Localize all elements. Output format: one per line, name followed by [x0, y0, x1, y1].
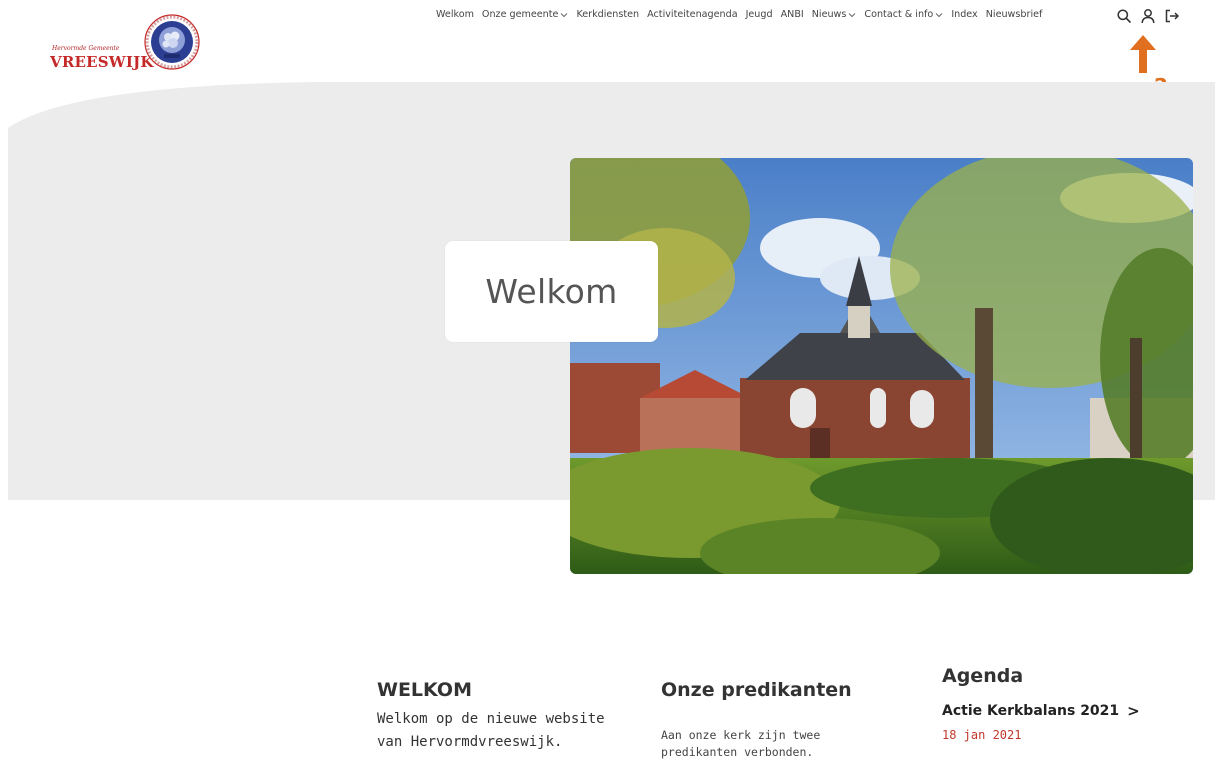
nav-item-onze-gemeente[interactable]: Onze gemeente — [482, 9, 569, 20]
agenda-item-title: Actie Kerkbalans 2021 — [942, 703, 1120, 719]
nav-item-label: Activiteitenagenda — [647, 9, 738, 20]
nav-item-label: Jeugd — [745, 9, 773, 20]
nav-item-contact-info[interactable]: Contact & info — [864, 9, 943, 20]
nav-item-label: Index — [951, 9, 978, 20]
nav-item-label: Welkom — [436, 9, 474, 20]
nav-item-nieuws[interactable]: Nieuws — [812, 9, 857, 20]
hero-title-card: Welkom — [445, 241, 658, 342]
nav-item-label: Onze gemeente — [481, 9, 559, 20]
logo-name: VREESWIJK — [50, 53, 154, 71]
nav-item-activiteitenagenda[interactable]: Activiteitenagenda — [647, 9, 737, 20]
user-icon[interactable] — [1140, 8, 1156, 24]
logout-icon[interactable] — [1164, 8, 1180, 24]
agenda-item-link[interactable]: Actie Kerkbalans 2021 > — [942, 702, 1140, 720]
nav-item-anbi[interactable]: ANBI — [781, 9, 804, 20]
chevron-right-icon: > — [1127, 702, 1140, 720]
annotation-arrow-icon — [1130, 35, 1156, 73]
hero-title: Welkom — [485, 272, 618, 311]
welkom-heading: WELKOM — [377, 679, 472, 701]
predikanten-text: Aan onze kerk zijn twee predikanten verb… — [661, 728, 821, 759]
nav-item-kerkdiensten[interactable]: Kerkdiensten — [576, 9, 639, 20]
nav-item-index[interactable]: Index — [951, 9, 977, 20]
nav-item-label: Nieuws — [811, 9, 847, 20]
main-nav: Welkom Onze gemeente Kerkdiensten Activitei… — [436, 9, 1050, 20]
nav-item-label: Contact & info — [864, 9, 934, 20]
church-seal-icon — [144, 14, 200, 70]
nav-item-label: ANBI — [780, 9, 804, 20]
church-photo — [570, 158, 1193, 574]
nav-icon-group — [1116, 8, 1188, 24]
predikanten-heading: Onze predikanten — [661, 679, 852, 701]
chevron-down-icon — [849, 12, 856, 17]
search-icon[interactable] — [1116, 8, 1132, 24]
chevron-down-icon — [935, 12, 943, 17]
nav-item-nieuwsbrief[interactable]: Nieuwsbrief — [986, 9, 1043, 20]
welkom-text: Welkom op de nieuwe website van Hervormd… — [377, 711, 605, 750]
chevron-down-icon — [561, 12, 568, 17]
site-logo[interactable]: Hervormde Gemeente VREESWIJK — [50, 14, 210, 74]
nav-item-label: Kerkdiensten — [576, 9, 640, 20]
logo-subtitle: Hervormde Gemeente — [52, 45, 120, 52]
nav-item-welkom[interactable]: Welkom — [436, 9, 474, 20]
agenda-item-date: 18 jan 2021 — [942, 728, 1022, 742]
nav-item-jeugd[interactable]: Jeugd — [746, 9, 773, 20]
nav-item-label: Nieuwsbrief — [985, 9, 1043, 20]
agenda-heading: Agenda — [942, 665, 1024, 687]
